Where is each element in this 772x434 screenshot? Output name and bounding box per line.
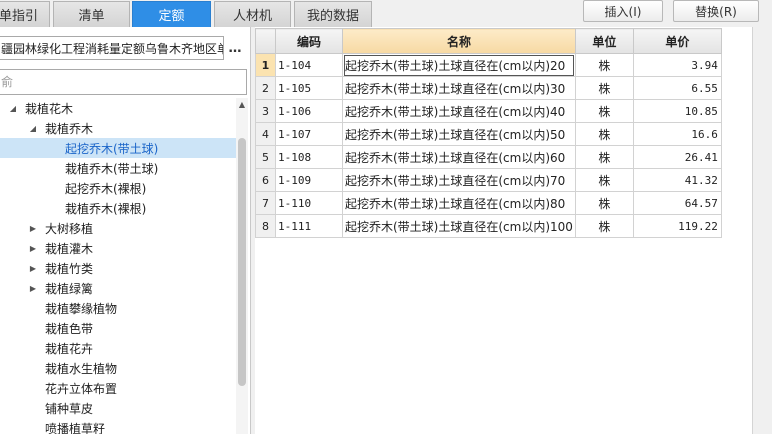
cell-name[interactable]: 起挖乔木(带土球)土球直径在(cm以内)50 [342, 122, 576, 146]
cell-unit[interactable]: 株 [574, 168, 634, 192]
tree-scrollbar[interactable]: ▲ [236, 98, 248, 434]
table-row[interactable]: 6 1-109 起挖乔木(带土球)土球直径在(cm以内)70 株 41.32 [255, 168, 722, 192]
cell-code[interactable]: 1-106 [275, 99, 343, 123]
tree-node-spraying-grass-seed[interactable]: 喷播植草籽 [0, 418, 236, 434]
tree-node-climbing-plants[interactable]: 栽植攀缘植物 [0, 298, 236, 318]
header-code[interactable]: 编码 [275, 28, 343, 54]
table-header-row: 编码 名称 单位 单价 [255, 28, 722, 54]
table-row[interactable]: 4 1-107 起挖乔木(带土球)土球直径在(cm以内)50 株 16.6 [255, 122, 722, 146]
cell-price[interactable]: 26.41 [632, 145, 722, 169]
tab-bill[interactable]: 清单 [53, 1, 130, 27]
quota-grid-panel: 编码 名称 单位 单价 1 1-104 起挖乔木(带土球)土球直径在(cm以内)… [255, 27, 752, 434]
tree-node-dig-trees-soil-ball[interactable]: 起挖乔木(带土球) [0, 138, 236, 158]
tab-bar: 单指引 清单 定额 人材机 我的数据 [0, 0, 372, 27]
tree-node-flower-arrangement[interactable]: 花卉立体布置 [0, 378, 236, 398]
triangle-right-icon[interactable]: ▶ [27, 262, 39, 274]
tree-node-flowers[interactable]: 栽植花卉 [0, 338, 236, 358]
more-button[interactable]: … [225, 36, 245, 60]
cell-code[interactable]: 1-104 [275, 53, 343, 77]
row-index: 2 [255, 76, 276, 100]
cell-price[interactable]: 41.32 [632, 168, 722, 192]
table-row[interactable]: 2 1-105 起挖乔木(带土球)土球直径在(cm以内)30 株 6.55 [255, 76, 722, 100]
cell-name[interactable]: 起挖乔木(带土球)土球直径在(cm以内)40 [342, 99, 576, 123]
tree-node-dig-trees-bare-root[interactable]: 起挖乔木(裸根) [0, 178, 236, 198]
header-price[interactable]: 单价 [632, 28, 722, 54]
cell-name[interactable]: 起挖乔木(带土球)土球直径在(cm以内)60 [342, 145, 576, 169]
tree-node-planting-flowers[interactable]: ◢ 栽植花木 [0, 98, 236, 118]
cell-name[interactable]: 起挖乔木(带土球)土球直径在(cm以内)20 [342, 53, 576, 77]
row-index: 6 [255, 168, 276, 192]
tree-node-plant-trees-soil-ball[interactable]: 栽植乔木(带土球) [0, 158, 236, 178]
tab-labor-material-machine[interactable]: 人材机 [214, 1, 291, 27]
tree-node-color-bands[interactable]: 栽植色带 [0, 318, 236, 338]
triangle-right-icon[interactable]: ▶ [27, 222, 39, 234]
tree-node-planting-hedges[interactable]: ▶ 栽植绿篱 [0, 278, 236, 298]
cell-unit[interactable]: 株 [574, 53, 634, 77]
replace-button[interactable]: 替换(R) [673, 0, 759, 22]
cell-name[interactable]: 起挖乔木(带土球)土球直径在(cm以内)70 [342, 168, 576, 192]
cell-code[interactable]: 1-111 [275, 214, 343, 238]
table-row[interactable]: 5 1-108 起挖乔木(带土球)土球直径在(cm以内)60 株 26.41 [255, 145, 722, 169]
table-row[interactable]: 8 1-111 起挖乔木(带土球)土球直径在(cm以内)100 株 119.22 [255, 214, 722, 238]
cell-name[interactable]: 起挖乔木(带土球)土球直径在(cm以内)30 [342, 76, 576, 100]
table-row[interactable]: 3 1-106 起挖乔木(带土球)土球直径在(cm以内)40 株 10.85 [255, 99, 722, 123]
cell-unit[interactable]: 株 [574, 122, 634, 146]
tree-node-plant-trees-bare-root[interactable]: 栽植乔木(裸根) [0, 198, 236, 218]
cell-code[interactable]: 1-109 [275, 168, 343, 192]
search-input[interactable] [0, 69, 247, 95]
row-index: 5 [255, 145, 276, 169]
cell-price[interactable]: 3.94 [632, 53, 722, 77]
header-index [255, 28, 276, 54]
cell-code[interactable]: 1-105 [275, 76, 343, 100]
quota-library-panel: 疆园林绿化工程消耗量定额乌鲁木齐地区单 … ◢ 栽植花木 ◢ 栽植乔木 起挖乔木… [0, 27, 251, 434]
scroll-up-icon[interactable]: ▲ [236, 98, 248, 110]
tab-quota[interactable]: 定额 [132, 1, 211, 27]
tree-node-planting-trees[interactable]: ◢ 栽植乔木 [0, 118, 236, 138]
triangle-right-icon[interactable]: ▶ [27, 242, 39, 254]
cell-price[interactable]: 119.22 [632, 214, 722, 238]
cell-unit[interactable]: 株 [574, 76, 634, 100]
cell-unit[interactable]: 株 [574, 99, 634, 123]
cell-price[interactable]: 6.55 [632, 76, 722, 100]
triangle-down-icon[interactable]: ◢ [27, 122, 39, 134]
tab-my-data[interactable]: 我的数据 [294, 1, 372, 27]
row-index: 1 [255, 53, 276, 77]
row-index: 8 [255, 214, 276, 238]
library-select[interactable]: 疆园林绿化工程消耗量定额乌鲁木齐地区单 [0, 36, 224, 60]
tree-node-large-tree-transplant[interactable]: ▶ 大树移植 [0, 218, 236, 238]
quota-tree: ◢ 栽植花木 ◢ 栽植乔木 起挖乔木(带土球) 栽植乔木(带土球) 起挖乔木(裸… [0, 98, 236, 434]
cell-code[interactable]: 1-108 [275, 145, 343, 169]
tab-list-guide[interactable]: 单指引 [0, 1, 50, 27]
cell-name[interactable]: 起挖乔木(带土球)土球直径在(cm以内)100 [342, 214, 576, 238]
cell-unit[interactable]: 株 [574, 214, 634, 238]
cell-price[interactable]: 64.57 [632, 191, 722, 215]
row-index: 4 [255, 122, 276, 146]
cell-unit[interactable]: 株 [574, 145, 634, 169]
row-index: 3 [255, 99, 276, 123]
triangle-right-icon[interactable]: ▶ [27, 282, 39, 294]
table-row[interactable]: 1 1-104 起挖乔木(带土球)土球直径在(cm以内)20 株 3.94 [255, 53, 722, 77]
triangle-down-icon[interactable]: ◢ [7, 102, 19, 114]
grid-vertical-scrollbar[interactable] [752, 27, 772, 434]
cell-price[interactable]: 10.85 [632, 99, 722, 123]
cell-unit[interactable]: 株 [574, 191, 634, 215]
header-unit[interactable]: 单位 [574, 28, 634, 54]
ellipsis-icon: … [228, 40, 242, 56]
table-row[interactable]: 7 1-110 起挖乔木(带土球)土球直径在(cm以内)80 株 64.57 [255, 191, 722, 215]
cell-price[interactable]: 16.6 [632, 122, 722, 146]
row-index: 7 [255, 191, 276, 215]
cell-code[interactable]: 1-110 [275, 191, 343, 215]
tree-node-planting-bamboo[interactable]: ▶ 栽植竹类 [0, 258, 236, 278]
tree-scroll-thumb[interactable] [238, 138, 246, 386]
insert-button[interactable]: 插入(I) [583, 0, 663, 22]
header-name[interactable]: 名称 [342, 28, 576, 54]
cell-name[interactable]: 起挖乔木(带土球)土球直径在(cm以内)80 [342, 191, 576, 215]
cell-code[interactable]: 1-107 [275, 122, 343, 146]
quota-table: 编码 名称 单位 单价 1 1-104 起挖乔木(带土球)土球直径在(cm以内)… [255, 28, 722, 238]
tree-node-laying-turf[interactable]: 铺种草皮 [0, 398, 236, 418]
tree-node-planting-shrubs[interactable]: ▶ 栽植灌木 [0, 238, 236, 258]
tree-node-aquatic-plants[interactable]: 栽植水生植物 [0, 358, 236, 378]
